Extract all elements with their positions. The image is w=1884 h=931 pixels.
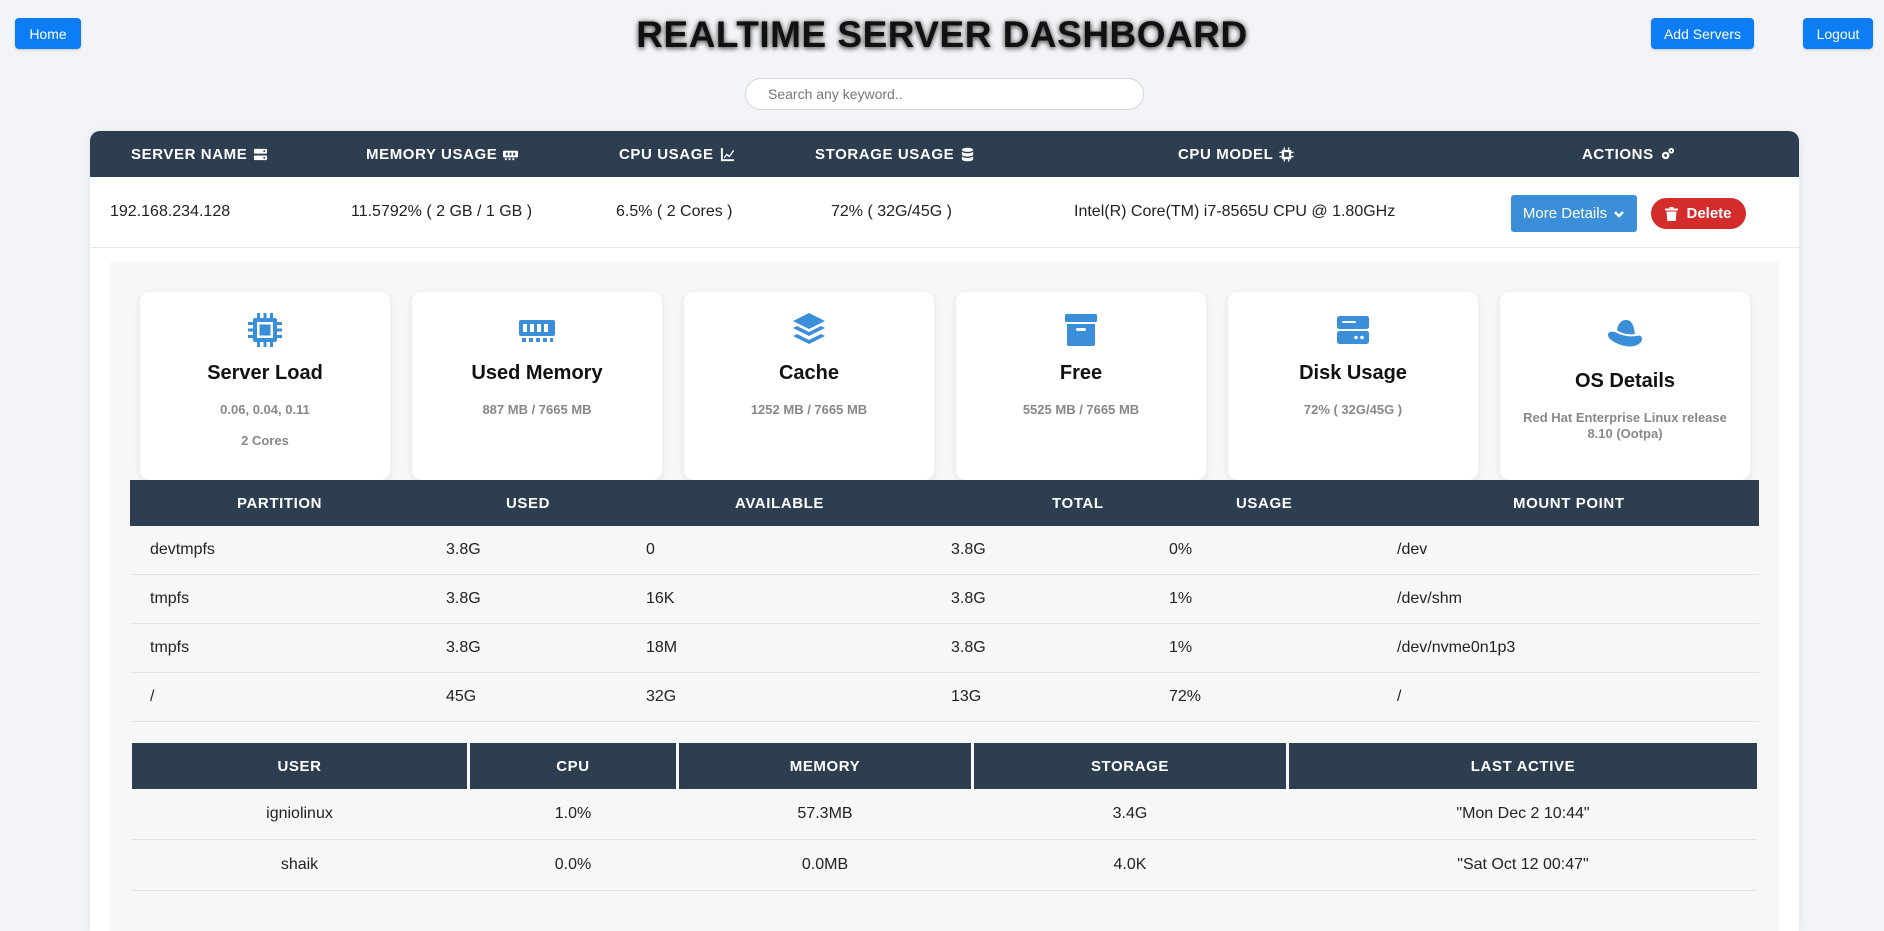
card-value: 1252 MB / 7665 MB xyxy=(750,402,868,417)
table-row: shaik 0.0% 0.0MB 4.0K "Sat Oct 12 00:47" xyxy=(132,840,1757,891)
card-cores: 2 Cores xyxy=(241,433,289,448)
header-storage: STORAGE xyxy=(974,743,1286,789)
card-title: Disk Usage xyxy=(1299,362,1407,384)
delete-button[interactable]: Delete xyxy=(1651,198,1746,229)
table-row: / 45G 32G 13G 72% / xyxy=(130,673,1759,722)
user-table-header: USER CPU MEMORY STORAGE LAST ACTIVE xyxy=(132,743,1757,789)
cpu-usage: 6.5% ( 2 Cores ) xyxy=(616,203,733,220)
server-table-panel: SERVER NAME MEMORY USAGE CPU USAGE STORA… xyxy=(90,131,1799,931)
archive-box-icon xyxy=(1061,310,1101,350)
server-icon xyxy=(254,148,268,160)
partition-table: PARTITION USED AVAILABLE TOTAL USAGE MOU… xyxy=(130,480,1759,722)
header-used: USED xyxy=(506,494,551,512)
card-value: 0.06, 0.04, 0.11 xyxy=(220,402,310,417)
card-free: Free 5525 MB / 7665 MB xyxy=(956,292,1206,480)
header-user: USER xyxy=(132,743,467,789)
cpu-model: Intel(R) Core(TM) i7-8565U CPU @ 1.80GHz xyxy=(1074,203,1396,220)
header-total: TOTAL xyxy=(1052,494,1104,512)
microchip-icon xyxy=(245,310,285,350)
trash-icon xyxy=(1665,206,1679,221)
partition-table-header: PARTITION USED AVAILABLE TOTAL USAGE MOU… xyxy=(130,480,1759,526)
cogs-icon xyxy=(1661,147,1674,159)
table-row: devtmpfs 3.8G 0 3.8G 0% /dev xyxy=(130,526,1759,575)
header-actions: ACTIONS xyxy=(1582,131,1675,177)
microchip-icon xyxy=(1279,146,1294,162)
header-partition: PARTITION xyxy=(237,494,323,512)
redhat-icon xyxy=(1605,314,1645,354)
layer-group-icon xyxy=(789,310,829,350)
add-servers-button[interactable]: Add Servers xyxy=(1651,18,1754,49)
hard-drive-icon xyxy=(1333,310,1373,350)
search-input[interactable] xyxy=(745,78,1144,110)
card-value: Red Hat Enterprise Linux release 8.10 (O… xyxy=(1523,410,1727,441)
user-table: USER CPU MEMORY STORAGE LAST ACTIVE igni… xyxy=(132,743,1757,891)
header-memory: MEMORY xyxy=(679,743,971,789)
card-used-memory: Used Memory 887 MB / 7665 MB xyxy=(412,292,662,480)
card-value: 5525 MB / 7665 MB xyxy=(1022,402,1140,417)
card-value: 72% ( 32G/45G ) xyxy=(1303,402,1403,417)
card-title: Used Memory xyxy=(471,362,603,384)
table-row: igniolinux 1.0% 57.3MB 3.4G "Mon Dec 2 1… xyxy=(132,789,1757,840)
header-storage-usage: STORAGE USAGE xyxy=(815,131,975,177)
header-cpu-usage: CPU USAGE xyxy=(619,131,735,177)
table-row: tmpfs 3.8G 16K 3.8G 1% /dev/shm xyxy=(130,575,1759,624)
header-last-active: LAST ACTIVE xyxy=(1289,743,1757,789)
logout-button[interactable]: Logout xyxy=(1803,18,1873,49)
header-usage: USAGE xyxy=(1236,494,1293,512)
header-available: AVAILABLE xyxy=(735,494,825,512)
card-cache: Cache 1252 MB / 7665 MB xyxy=(684,292,934,480)
card-title: OS Details xyxy=(1574,370,1676,392)
chart-line-icon xyxy=(720,147,734,161)
memory-icon xyxy=(503,150,519,160)
server-details-panel: Server Load 0.06, 0.04, 0.11 2 Cores Use… xyxy=(110,262,1779,931)
card-disk-usage: Disk Usage 72% ( 32G/45G ) xyxy=(1228,292,1478,480)
card-server-load: Server Load 0.06, 0.04, 0.11 2 Cores xyxy=(140,292,390,480)
memory-usage: 11.5792% ( 2 GB / 1 GB ) xyxy=(351,203,533,220)
header-server-name: SERVER NAME xyxy=(131,131,268,177)
card-os-details: OS Details Red Hat Enterprise Linux rele… xyxy=(1500,292,1750,480)
header-memory-usage: MEMORY USAGE xyxy=(366,131,519,177)
server-name: 192.168.234.128 xyxy=(110,203,231,220)
memory-icon xyxy=(517,310,557,350)
card-title: Cache xyxy=(778,362,840,384)
header-cpu: CPU xyxy=(470,743,676,789)
storage-usage: 72% ( 32G/45G ) xyxy=(831,203,952,220)
database-icon xyxy=(962,147,974,161)
server-table-header: SERVER NAME MEMORY USAGE CPU USAGE STORA… xyxy=(90,131,1799,177)
card-title: Server Load xyxy=(207,362,323,384)
card-title: Free xyxy=(1059,362,1103,384)
more-details-button[interactable]: More Details xyxy=(1511,195,1637,232)
header-mount-point: MOUNT POINT xyxy=(1513,494,1625,512)
table-row: tmpfs 3.8G 18M 3.8G 1% /dev/nvme0n1p3 xyxy=(130,624,1759,673)
chevron-down-icon xyxy=(1614,210,1624,218)
page-title: REALTIME SERVER DASHBOARD xyxy=(636,14,1248,55)
server-row: 192.168.234.128 11.5792% ( 2 GB / 1 GB )… xyxy=(90,177,1799,248)
card-value: 887 MB / 7665 MB xyxy=(482,402,592,417)
header-cpu-model: CPU MODEL xyxy=(1178,131,1294,177)
